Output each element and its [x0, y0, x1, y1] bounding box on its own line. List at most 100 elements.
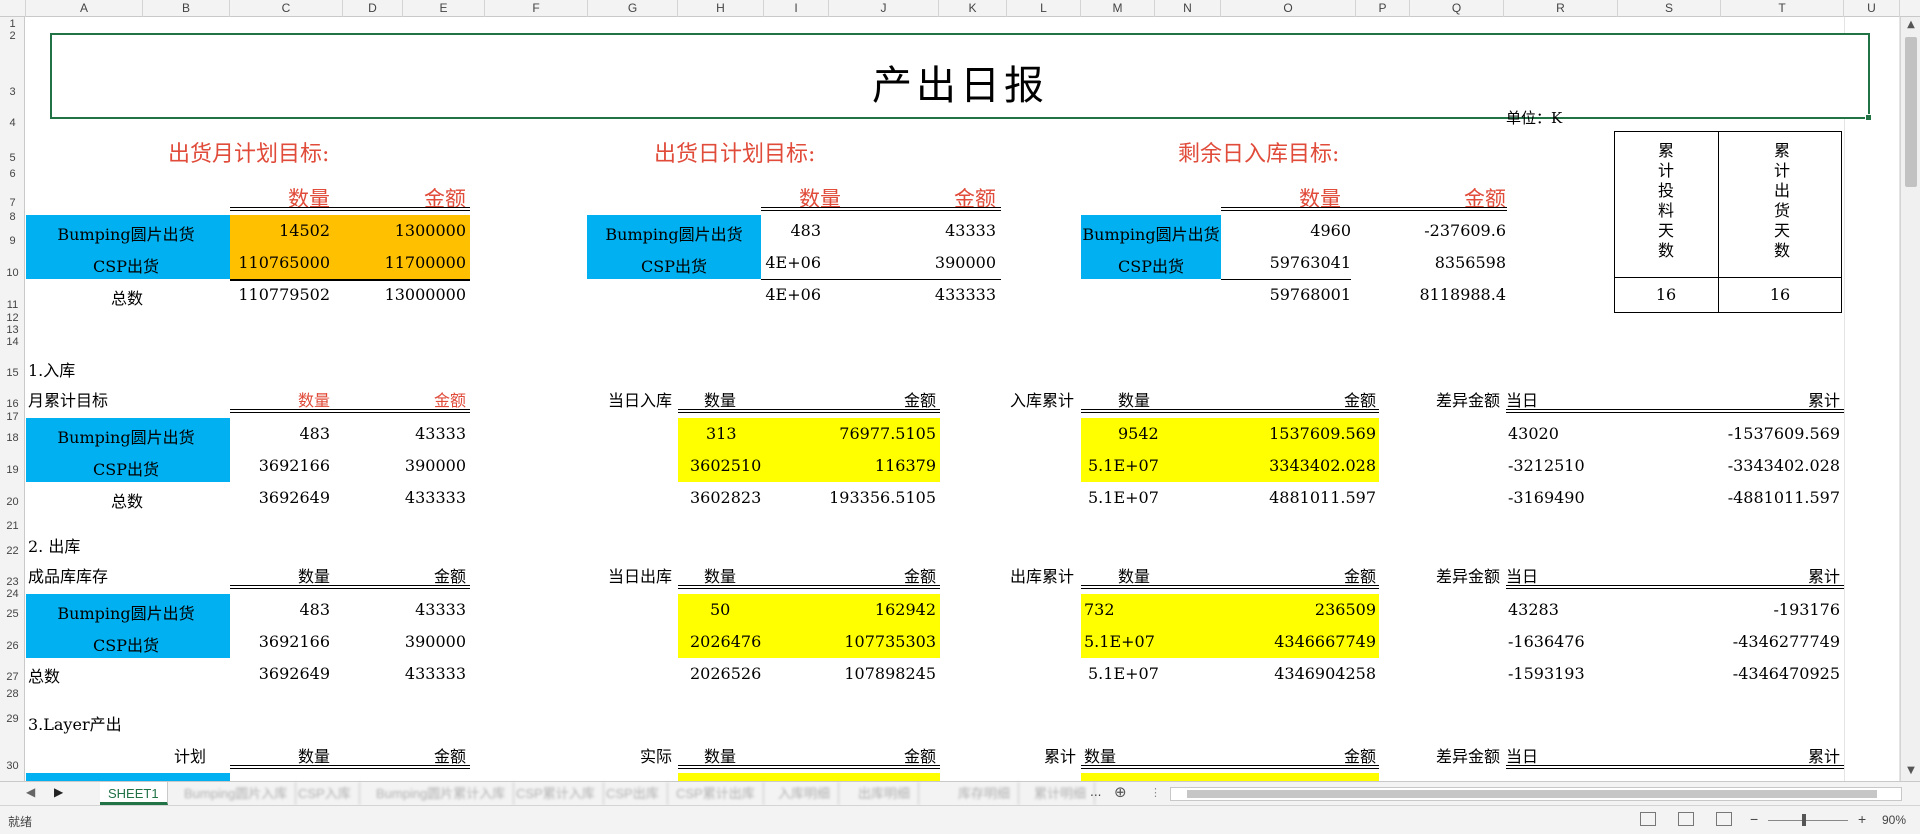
col-k[interactable]: K — [939, 0, 1007, 17]
row-3[interactable]: 3 — [0, 86, 25, 98]
s2-acc-csp-qty[interactable]: 5.1E+07 — [1084, 632, 1155, 651]
col-t[interactable]: T — [1721, 0, 1844, 17]
col-d[interactable]: D — [343, 0, 403, 17]
title-cell[interactable]: 产出日报 — [50, 33, 1870, 119]
col-q[interactable]: Q — [1410, 0, 1504, 17]
s2-acc-total-qty[interactable]: 5.1E+07 — [1088, 664, 1159, 683]
row-19[interactable]: 19 — [0, 464, 25, 476]
tab-10[interactable]: 库存明细 — [950, 782, 1020, 805]
scroll-up-icon[interactable]: ▲ — [1901, 19, 1920, 30]
col-g[interactable]: G — [588, 0, 678, 17]
row-25[interactable]: 25 — [0, 608, 25, 620]
cum-shipping-days-value[interactable]: 16 — [1718, 285, 1842, 304]
daily-csp-qty[interactable]: 4E+06 — [761, 253, 821, 272]
row-13[interactable]: 13 — [0, 324, 25, 336]
s1-acc-csp-qty[interactable]: 5.1E+07 — [1088, 456, 1159, 475]
monthly-total-amt[interactable]: 13000000 — [346, 285, 466, 304]
remaining-total-amt[interactable]: 8118988.4 — [1356, 285, 1506, 304]
daily-csp-amt[interactable]: 390000 — [866, 253, 996, 272]
daily-bumping-amt[interactable]: 43333 — [866, 221, 996, 240]
col-h[interactable]: H — [678, 0, 764, 17]
monthly-csp-qty[interactable]: 110765000 — [230, 253, 330, 272]
tab-5[interactable]: CSP累计入库 — [508, 782, 604, 805]
s1-target-bumping-amt[interactable]: 43333 — [346, 424, 466, 443]
row-16[interactable]: 16 — [0, 398, 25, 410]
daily-total-qty[interactable]: 4E+06 — [761, 285, 821, 304]
row-6[interactable]: 6 — [0, 168, 25, 180]
monthly-bumping-qty[interactable]: 14502 — [230, 221, 330, 240]
row-28[interactable]: 28 — [0, 688, 25, 700]
s1-day-total-qty[interactable]: 3602823 — [690, 488, 761, 507]
tab-6[interactable]: CSP出库 — [598, 782, 668, 805]
sheet-grid[interactable]: 产出日报 单位：K 出货月计划目标: 出货日计划目标: 剩余日入库目标: 数量 … — [26, 17, 1900, 781]
row-21[interactable]: 21 — [0, 520, 25, 532]
s1-target-bumping-qty[interactable]: 483 — [230, 424, 330, 443]
remaining-total-qty[interactable]: 59768001 — [1221, 285, 1351, 304]
row-18[interactable]: 18 — [0, 432, 25, 444]
col-l[interactable]: L — [1007, 0, 1081, 17]
remaining-csp-amt[interactable]: 8356598 — [1356, 253, 1506, 272]
row-4[interactable]: 4 — [0, 117, 25, 129]
s2-day-bumping-qty[interactable]: 50 — [710, 600, 730, 619]
s2-target-total-amt[interactable]: 433333 — [346, 664, 466, 683]
row-23[interactable]: 23 — [0, 576, 25, 588]
s1-target-total-amt[interactable]: 433333 — [346, 488, 466, 507]
s1-dif-csp-today[interactable]: -3212510 — [1508, 456, 1585, 475]
s2-target-csp-amt[interactable]: 390000 — [346, 632, 466, 651]
horizontal-scroll-thumb[interactable] — [1187, 790, 1877, 798]
remaining-bumping-qty[interactable]: 4960 — [1221, 221, 1351, 240]
col-p[interactable]: P — [1356, 0, 1410, 17]
monthly-csp-amt[interactable]: 11700000 — [346, 253, 466, 272]
row-7[interactable]: 7 — [0, 197, 25, 209]
zoom-in-icon[interactable]: + — [1858, 811, 1866, 827]
row-24[interactable]: 24 — [0, 588, 25, 600]
s1-target-csp-amt[interactable]: 390000 — [346, 456, 466, 475]
s1-day-bumping-qty[interactable]: 313 — [706, 424, 737, 443]
s1-day-csp-amt[interactable]: 116379 — [806, 456, 936, 475]
add-sheet-icon[interactable]: ⊕ — [1114, 783, 1127, 801]
vertical-scroll-thumb[interactable] — [1905, 37, 1917, 187]
daily-total-amt[interactable]: 433333 — [866, 285, 996, 304]
tab-3[interactable]: CSP入库 — [290, 782, 360, 805]
row-22[interactable]: 22 — [0, 545, 25, 557]
s2-acc-csp-amt[interactable]: 4346667749 — [1226, 632, 1376, 651]
zoom-level[interactable]: 90% — [1882, 813, 1906, 827]
tab-next-icon[interactable]: ▶ — [54, 785, 63, 799]
s1-day-bumping-amt[interactable]: 76977.5105 — [806, 424, 936, 443]
remaining-bumping-amt[interactable]: -237609.6 — [1356, 221, 1506, 240]
row-1[interactable]: 1 — [0, 18, 25, 30]
s2-target-bumping-amt[interactable]: 43333 — [346, 600, 466, 619]
s1-target-csp-qty[interactable]: 3692166 — [230, 456, 330, 475]
row-17[interactable]: 17 — [0, 411, 25, 423]
row-8[interactable]: 8 — [0, 211, 25, 223]
col-i[interactable]: I — [764, 0, 829, 17]
s2-day-bumping-amt[interactable]: 162942 — [806, 600, 936, 619]
col-f[interactable]: F — [485, 0, 588, 17]
row-11[interactable]: 11 — [0, 299, 25, 311]
tab-more[interactable]: ... — [1090, 785, 1101, 799]
monthly-bumping-amt[interactable]: 1300000 — [346, 221, 466, 240]
s2-acc-total-amt[interactable]: 4346904258 — [1226, 664, 1376, 683]
zoom-slider[interactable] — [1768, 820, 1848, 821]
s1-acc-total-amt[interactable]: 4881011.597 — [1226, 488, 1376, 507]
row-14[interactable]: 14 — [0, 336, 25, 348]
s1-dif-total-today[interactable]: -3169490 — [1508, 488, 1585, 507]
zoom-out-icon[interactable]: − — [1750, 811, 1758, 827]
s1-dif-total-cum[interactable]: -4881011.597 — [1666, 488, 1840, 507]
col-b[interactable]: B — [143, 0, 230, 17]
row-12[interactable]: 12 — [0, 312, 25, 324]
remaining-csp-qty[interactable]: 59763041 — [1221, 253, 1351, 272]
s2-dif-bumping-today[interactable]: 43283 — [1508, 600, 1559, 619]
s1-acc-bumping-amt[interactable]: 1537609.569 — [1226, 424, 1376, 443]
s2-day-total-amt[interactable]: 107898245 — [806, 664, 936, 683]
row-30[interactable]: 30 — [0, 760, 25, 772]
s1-acc-total-qty[interactable]: 5.1E+07 — [1088, 488, 1159, 507]
s1-acc-bumping-qty[interactable]: 9542 — [1118, 424, 1159, 443]
row-15[interactable]: 15 — [0, 367, 25, 379]
s2-dif-total-cum[interactable]: -4346470925 — [1666, 664, 1840, 683]
s2-day-total-qty[interactable]: 2026526 — [690, 664, 761, 683]
tab-4[interactable]: Bumping圆片累计入库 — [368, 782, 515, 805]
tab-2[interactable]: Bumping圆片入库 — [176, 782, 297, 805]
col-u[interactable]: U — [1844, 0, 1900, 17]
col-s[interactable]: S — [1618, 0, 1721, 17]
